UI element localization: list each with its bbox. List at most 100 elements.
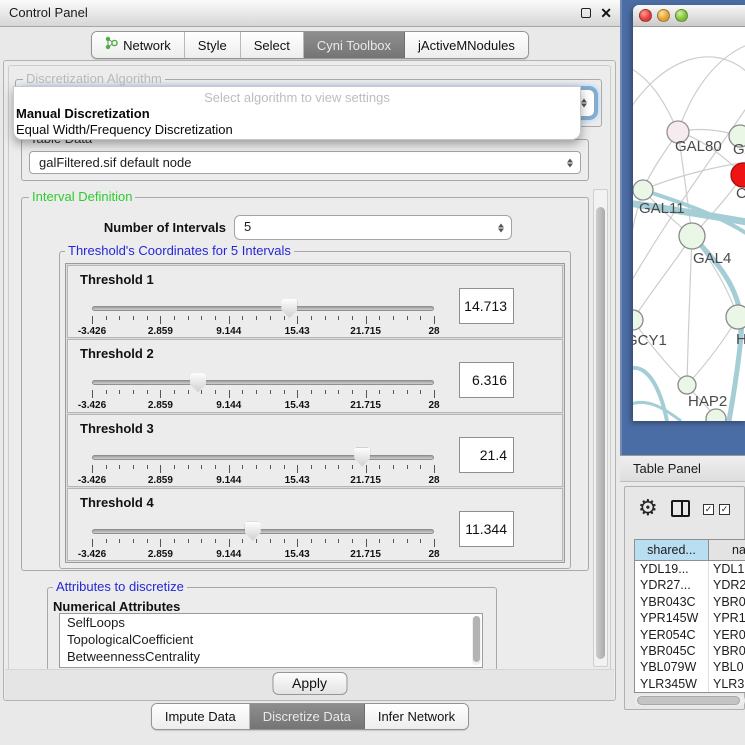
numerical-attributes-list[interactable]: SelfLoopsTopologicalCoefficientBetweenne…: [59, 613, 483, 668]
tick-mark: [201, 316, 202, 320]
network-canvas[interactable]: GAL80GACGAL11GAL4GCY1HHAP2: [633, 27, 745, 421]
tick-mark: [160, 539, 161, 547]
cell-name[interactable]: YPR1: [709, 610, 745, 626]
tick-mark: [420, 465, 421, 469]
tab-cyni-toolbox[interactable]: Cyni Toolbox: [304, 32, 405, 58]
threshold-slider[interactable]: [92, 455, 434, 461]
table-row[interactable]: YBL079WYBL0: [635, 659, 745, 675]
column-header-name[interactable]: na: [709, 540, 745, 560]
cell-shared-name[interactable]: YBR043C: [635, 594, 709, 610]
tick-mark: [297, 316, 298, 324]
table-row[interactable]: YDL19...YDL1: [635, 561, 745, 577]
checkbox-icon[interactable]: ✓: [703, 504, 714, 515]
attribute-item[interactable]: TopologicalCoefficient: [60, 631, 482, 648]
cell-name[interactable]: YLR3: [709, 676, 745, 692]
zoom-light-icon[interactable]: [675, 9, 688, 22]
threshold-value-field[interactable]: 14.713: [459, 288, 514, 324]
gear-icon[interactable]: ⚙: [638, 496, 658, 520]
number-of-intervals-combobox[interactable]: 5: [234, 215, 512, 240]
minimize-light-icon[interactable]: [657, 9, 670, 22]
tick-label: 15.43: [285, 475, 310, 486]
cell-name[interactable]: YBL0: [709, 659, 745, 675]
slider-track[interactable]: [92, 306, 434, 311]
cell-name[interactable]: YBR0: [709, 643, 745, 659]
network-node[interactable]: [706, 409, 726, 421]
threshold-slider[interactable]: [92, 529, 434, 535]
tab-discretize-data[interactable]: Discretize Data: [250, 704, 365, 729]
table-row[interactable]: YIL052CYIL0: [635, 692, 745, 693]
threshold-panel: Threshold 2-3.4262.8599.14415.4321.71528…: [67, 339, 563, 412]
attribute-item[interactable]: SelfLoops: [60, 614, 482, 631]
settings-scrollbar[interactable]: [593, 189, 608, 667]
table-horizontal-scrollbar[interactable]: [635, 695, 745, 706]
tick-mark: [407, 316, 408, 320]
node-attribute-table[interactable]: shared... na YDL19...YDL1YDR27...YDR2YBR…: [634, 539, 745, 693]
network-node-gal11[interactable]: [633, 180, 653, 200]
table-row[interactable]: YBR045CYBR0: [635, 643, 745, 659]
cell-shared-name[interactable]: YBL079W: [635, 659, 709, 675]
node-label: H: [736, 331, 745, 348]
cell-shared-name[interactable]: YPR145W: [635, 610, 709, 626]
table-data-value: galFiltered.sif default node: [39, 152, 191, 174]
tab-style[interactable]: Style: [185, 32, 241, 58]
threshold-value-field[interactable]: 11.344: [459, 511, 514, 547]
network-node-c[interactable]: [731, 163, 745, 187]
cell-shared-name[interactable]: YBR045C: [635, 643, 709, 659]
tab-infer-network[interactable]: Infer Network: [365, 704, 468, 729]
close-light-icon[interactable]: [639, 9, 652, 22]
tick-label: 9.144: [216, 400, 241, 411]
apply-button[interactable]: Apply: [272, 672, 347, 695]
tick-mark: [393, 539, 394, 543]
tick-label: 9.144: [216, 475, 241, 486]
network-node-hap2[interactable]: [678, 376, 696, 394]
table-row[interactable]: YER054CYER0: [635, 627, 745, 643]
table-row[interactable]: YBR043CYBR0: [635, 594, 745, 610]
table-data-combobox[interactable]: galFiltered.sif default node: [29, 151, 581, 174]
tick-mark: [284, 465, 285, 469]
close-icon[interactable]: ✕: [600, 4, 612, 22]
network-node-h[interactable]: [726, 305, 745, 329]
table-row[interactable]: YPR145WYPR1: [635, 610, 745, 626]
threshold-value-field[interactable]: 6.316: [459, 362, 514, 398]
tick-mark: [160, 316, 161, 324]
threshold-slider[interactable]: [92, 380, 434, 386]
tick-label: -3.426: [78, 326, 106, 337]
algorithm-option[interactable]: Manual Discretization: [16, 106, 150, 121]
network-node-gal4[interactable]: [679, 223, 705, 249]
checkbox-icon[interactable]: ✓: [719, 504, 730, 515]
cell-shared-name[interactable]: YLR345W: [635, 676, 709, 692]
cell-shared-name[interactable]: YER054C: [635, 627, 709, 643]
split-view-icon[interactable]: [671, 500, 690, 517]
attribute-item[interactable]: BetweennessCentrality: [60, 648, 482, 665]
column-header-shared-name[interactable]: shared...: [635, 540, 709, 560]
tab-impute-data[interactable]: Impute Data: [152, 704, 250, 729]
table-row[interactable]: YDR27...YDR2: [635, 577, 745, 593]
cell-shared-name[interactable]: YDL19...: [635, 561, 709, 577]
tab-jactivemnodules[interactable]: jActiveMNodules: [405, 32, 528, 58]
tick-mark: [284, 390, 285, 394]
threshold-value-field[interactable]: 21.4: [459, 437, 514, 473]
tick-mark: [270, 465, 271, 469]
cell-name[interactable]: YER0: [709, 627, 745, 643]
float-icon[interactable]: [581, 8, 591, 18]
algorithm-option[interactable]: Equal Width/Frequency Discretization: [16, 122, 233, 137]
cell-name[interactable]: YBR0: [709, 594, 745, 610]
tick-mark: [133, 316, 134, 320]
tick-mark: [133, 539, 134, 543]
tick-mark: [215, 390, 216, 394]
tick-mark: [188, 390, 189, 394]
cell-shared-name[interactable]: YDR27...: [635, 577, 709, 593]
threshold-slider[interactable]: [92, 306, 434, 312]
cell-name[interactable]: YDL1: [709, 561, 745, 577]
slider-track[interactable]: [92, 455, 434, 460]
cell-name[interactable]: YIL0: [709, 692, 745, 693]
slider-track[interactable]: [92, 529, 434, 534]
cell-name[interactable]: YDR2: [709, 577, 745, 593]
network-node-gcy1[interactable]: [633, 310, 643, 330]
cell-shared-name[interactable]: YIL052C: [635, 692, 709, 693]
slider-track[interactable]: [92, 380, 434, 385]
tab-select[interactable]: Select: [241, 32, 304, 58]
attributes-list-scrollbar[interactable]: [472, 616, 481, 665]
table-row[interactable]: YLR345WYLR3: [635, 676, 745, 692]
tab-network[interactable]: Network: [92, 32, 185, 58]
